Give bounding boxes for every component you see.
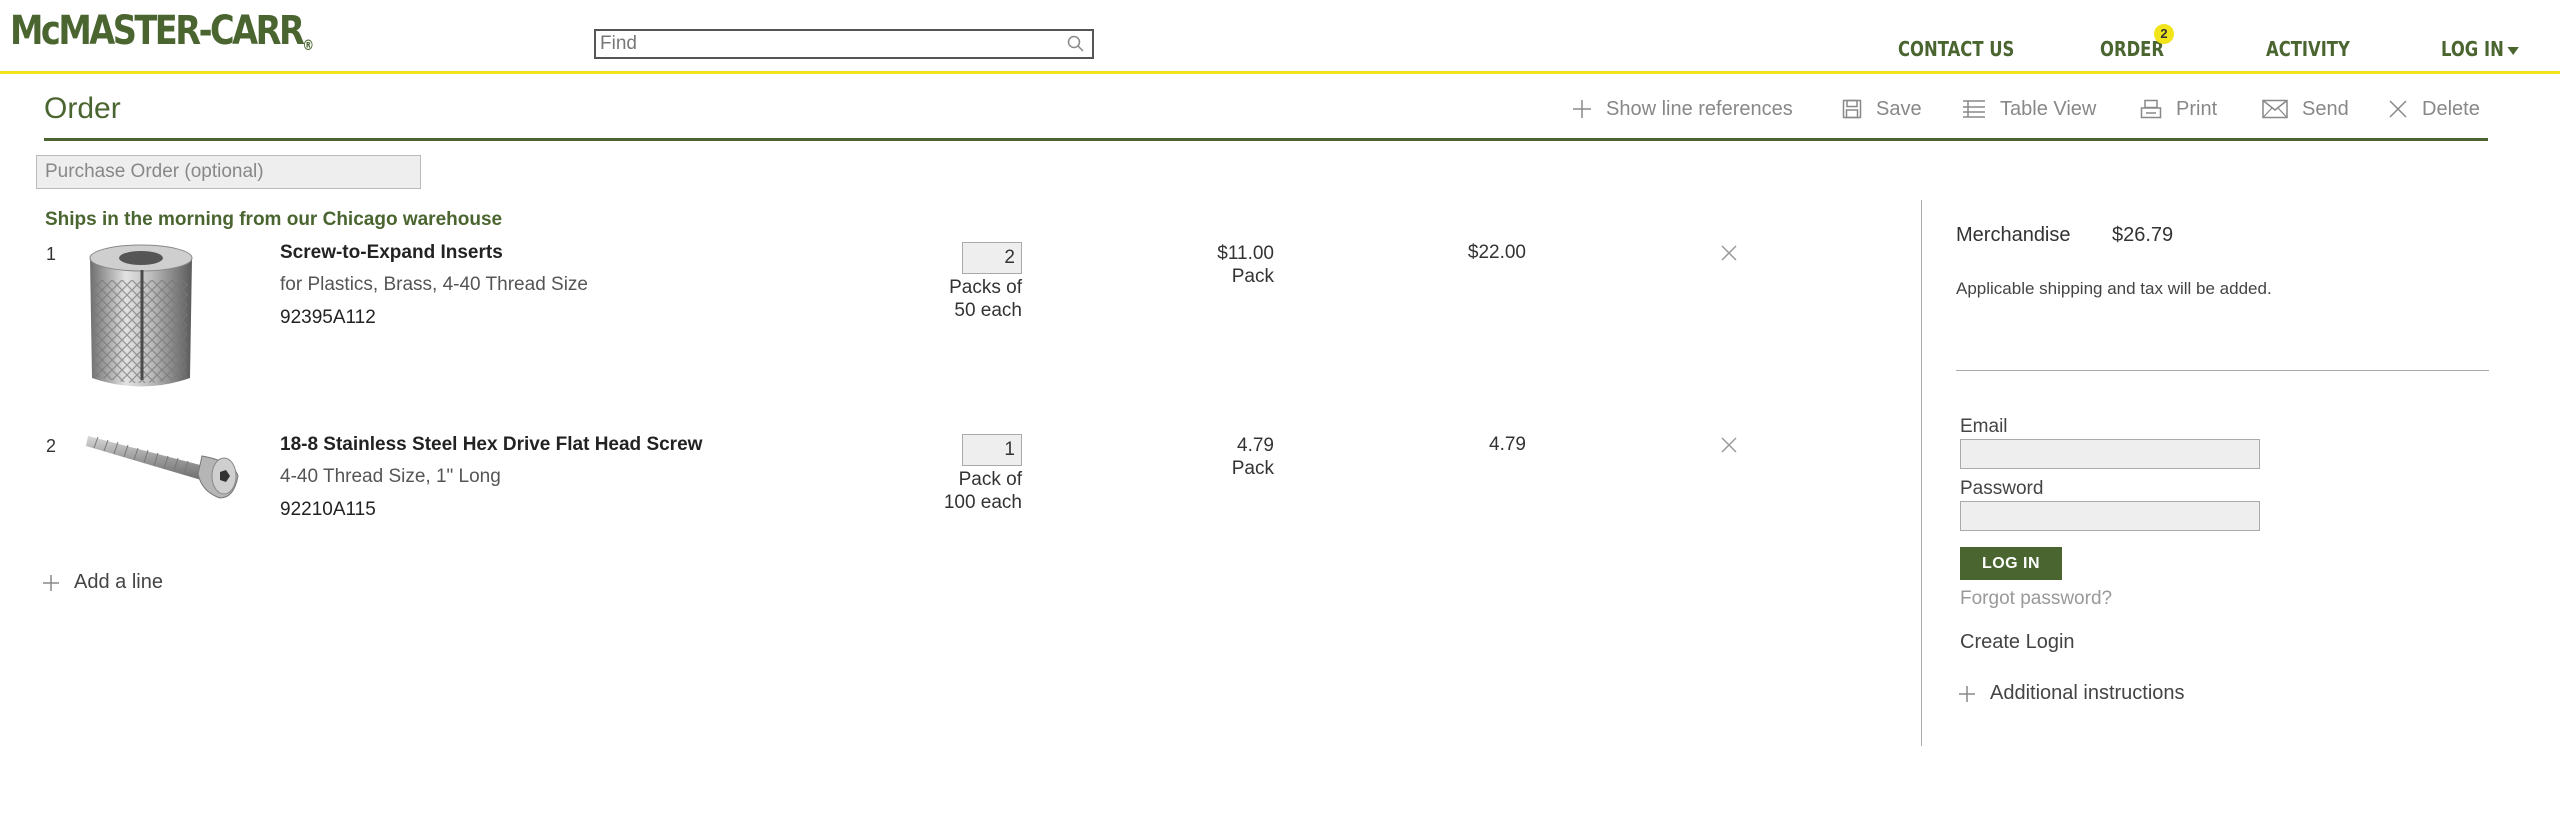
logo-text: McMASTER-CARR (10, 8, 305, 54)
pack-size-count: 50 each (954, 300, 1022, 321)
unit-price-value: 4.79 (1237, 435, 1274, 456)
print-button[interactable]: Print (2140, 95, 2217, 123)
password-input[interactable] (1961, 502, 2259, 530)
close-icon (2389, 100, 2407, 118)
page-title: Order (44, 92, 121, 125)
merchandise-total: $26.79 (2112, 224, 2174, 246)
site-header: McMASTER-CARR® CONTACT US ORDER 2 ACTIVI… (0, 0, 2560, 74)
remove-line-icon[interactable] (1719, 435, 1739, 455)
create-login-link[interactable]: Create Login (1960, 631, 2075, 654)
pack-size-count: 100 each (943, 492, 1022, 513)
order-count-badge: 2 (2154, 24, 2174, 44)
show-line-references-button[interactable]: Show line references (1572, 95, 1793, 123)
print-label: Print (2176, 97, 2218, 120)
nav-log-in[interactable]: LOG IN (2441, 37, 2519, 61)
search-input[interactable] (596, 31, 1056, 57)
flat-head-screw-image[interactable] (84, 426, 242, 502)
part-number[interactable]: 92210A115 (280, 499, 376, 521)
pack-size-note: Pack of 100 each (912, 468, 1022, 514)
forgot-password-link[interactable]: Forgot password? (1960, 588, 2112, 610)
pack-size-line: Pack of (958, 469, 1022, 490)
table-view-label: Table View (2000, 97, 2097, 120)
product-description: for Plastics, Brass, 4-40 Thread Size (280, 274, 588, 295)
save-button[interactable]: Save (1842, 95, 1922, 123)
panel-divider (1921, 200, 1922, 746)
search-box (594, 29, 1094, 59)
line-number: 1 (46, 244, 57, 264)
additional-instructions-button[interactable]: Additional instructions (1958, 682, 2185, 705)
shipping-tax-note: Applicable shipping and tax will be adde… (1956, 279, 2272, 298)
mcmaster-logo[interactable]: McMASTER-CARR® (10, 8, 314, 54)
email-label: Email (1960, 416, 2008, 437)
plus-icon (43, 574, 59, 591)
part-number[interactable]: 92395A112 (280, 307, 376, 329)
email-input[interactable] (1961, 440, 2259, 468)
search-icon[interactable] (1066, 34, 1086, 54)
log-in-button[interactable]: LOG IN (1960, 547, 2062, 580)
password-field (1960, 501, 2260, 531)
product-name[interactable]: Screw-to-Expand Inserts (280, 242, 503, 264)
product-name[interactable]: 18-8 Stainless Steel Hex Drive Flat Head… (280, 434, 702, 456)
line-number: 2 (46, 436, 57, 456)
table-view-button[interactable]: Table View (1962, 95, 2096, 123)
quantity-field (962, 242, 1022, 274)
purchase-order-input[interactable] (37, 156, 420, 188)
purchase-order-field (36, 155, 421, 189)
threaded-insert-image[interactable] (82, 240, 200, 395)
nav-order[interactable]: ORDER (2100, 37, 2164, 61)
nav-log-in-label: LOG IN (2441, 37, 2504, 61)
quantity-field (962, 434, 1022, 466)
unit-price: $11.00 Pack (1174, 242, 1274, 288)
remove-line-icon[interactable] (1719, 243, 1739, 263)
password-label: Password (1960, 478, 2044, 499)
unit-price-value: $11.00 (1217, 243, 1274, 264)
chevron-down-icon (2507, 46, 2519, 55)
unit-price: 4.79 Pack (1174, 434, 1274, 480)
add-line-button[interactable]: Add a line (42, 571, 163, 594)
plus-icon (1959, 685, 1975, 702)
unit-label: Pack (1231, 458, 1274, 479)
nav-contact-us[interactable]: CONTACT US (1898, 37, 2014, 61)
additional-instructions-label: Additional instructions (1990, 682, 2185, 704)
quantity-input[interactable] (963, 435, 1021, 465)
save-icon (1842, 99, 1862, 119)
envelope-icon (2262, 99, 2288, 119)
nav-activity[interactable]: ACTIVITY (2266, 37, 2350, 61)
delete-label: Delete (2422, 97, 2480, 120)
plus-icon (1573, 100, 1591, 118)
save-label: Save (1876, 97, 1922, 120)
email-field (1960, 439, 2260, 469)
add-line-label: Add a line (74, 571, 163, 593)
quantity-input[interactable] (963, 243, 1021, 273)
logo-registered-mark: ® (302, 38, 315, 54)
table-view-icon (1963, 100, 1985, 118)
print-icon (2140, 99, 2162, 119)
product-description: 4-40 Thread Size, 1" Long (280, 466, 501, 487)
shipping-origin-note: Ships in the morning from our Chicago wa… (45, 209, 503, 230)
line-total: 4.79 (1489, 434, 1526, 455)
title-divider (44, 138, 2488, 141)
pack-size-line: Packs of (949, 277, 1022, 298)
send-button[interactable]: Send (2262, 95, 2349, 123)
summary-divider (1956, 370, 2489, 371)
send-label: Send (2302, 97, 2349, 120)
line-total: $22.00 (1467, 242, 1526, 263)
pack-size-note: Packs of 50 each (912, 276, 1022, 322)
delete-button[interactable]: Delete (2388, 95, 2480, 123)
unit-label: Pack (1231, 266, 1274, 287)
show-line-references-label: Show line references (1606, 97, 1793, 120)
merchandise-label: Merchandise (1956, 224, 2071, 246)
